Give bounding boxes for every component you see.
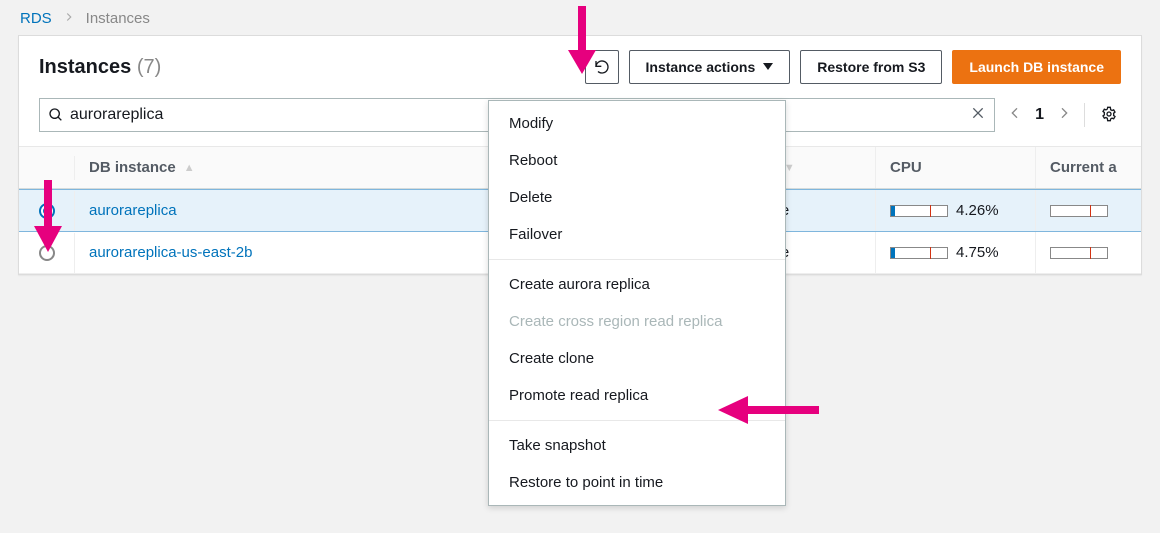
title-count: (7) (137, 56, 161, 78)
instance-actions-label: Instance actions (646, 59, 756, 75)
radio-selected-icon (39, 203, 55, 219)
menu-item[interactable]: Delete (489, 179, 785, 216)
restore-s3-button[interactable]: Restore from S3 (800, 50, 942, 84)
col-current[interactable]: Current a (1036, 147, 1141, 188)
menu-separator (489, 420, 785, 421)
menu-item: Create cross region read replica (489, 303, 785, 340)
breadcrumb-current: Instances (86, 10, 150, 27)
chevron-right-icon (62, 10, 76, 27)
card-header: Instances (7) Instance actions Restore f… (19, 36, 1141, 94)
instance-actions-menu: ModifyRebootDeleteFailover Create aurora … (488, 100, 786, 506)
search-icon (48, 107, 64, 123)
menu-item[interactable]: Modify (489, 105, 785, 142)
instance-link[interactable]: aurorareplica (89, 202, 177, 219)
menu-item[interactable]: Restore to point in time (489, 464, 785, 501)
breadcrumb: RDS Instances (0, 0, 1160, 35)
row-current-cell (1036, 193, 1141, 229)
divider (1084, 103, 1085, 127)
refresh-icon (594, 59, 610, 75)
instance-actions-button[interactable]: Instance actions (629, 50, 791, 84)
cpu-bar (890, 205, 948, 217)
col-db-instance-label: DB instance (89, 159, 176, 176)
prev-page-button[interactable] (1007, 105, 1023, 126)
settings-button[interactable] (1097, 106, 1121, 125)
row-radio-cell[interactable] (19, 191, 75, 231)
menu-item[interactable]: Reboot (489, 142, 785, 179)
next-page-button[interactable] (1056, 105, 1072, 126)
radio-unselected-icon (39, 245, 55, 261)
row-current-cell (1036, 235, 1141, 271)
menu-item[interactable]: Take snapshot (489, 427, 785, 464)
activity-bar (1050, 205, 1108, 217)
breadcrumb-root-link[interactable]: RDS (20, 10, 52, 27)
caret-down-icon (763, 63, 773, 71)
menu-item[interactable]: Failover (489, 216, 785, 253)
close-icon (970, 105, 986, 121)
refresh-button[interactable] (585, 50, 619, 84)
chevron-left-icon (1007, 105, 1023, 121)
menu-separator (489, 259, 785, 260)
activity-bar (1050, 247, 1108, 259)
instance-link[interactable]: aurorareplica-us-east-2b (89, 244, 252, 261)
row-cpu-cell: 4.75% (876, 232, 1036, 273)
pager: 1 (1007, 105, 1072, 126)
cpu-value: 4.75% (956, 244, 999, 261)
row-cpu-cell: 4.26% (876, 190, 1036, 231)
sort-icon: ▲ (184, 162, 195, 174)
row-radio-cell[interactable] (19, 233, 75, 273)
col-select (19, 156, 75, 180)
title-text: Instances (39, 56, 131, 78)
menu-item[interactable]: Create aurora replica (489, 266, 785, 303)
chevron-right-icon (1056, 105, 1072, 121)
page-title: Instances (7) (39, 56, 161, 79)
col-cpu[interactable]: CPU (876, 147, 1036, 188)
menu-item[interactable]: Create clone (489, 340, 785, 377)
launch-instance-button[interactable]: Launch DB instance (952, 50, 1121, 84)
clear-search-button[interactable] (970, 105, 986, 126)
page-number: 1 (1035, 106, 1044, 124)
col-current-label: Current a (1050, 159, 1117, 176)
col-cpu-label: CPU (890, 159, 922, 176)
gear-icon (1101, 106, 1117, 122)
menu-item[interactable]: Promote read replica (489, 377, 785, 414)
cpu-value: 4.26% (956, 202, 999, 219)
cpu-bar (890, 247, 948, 259)
